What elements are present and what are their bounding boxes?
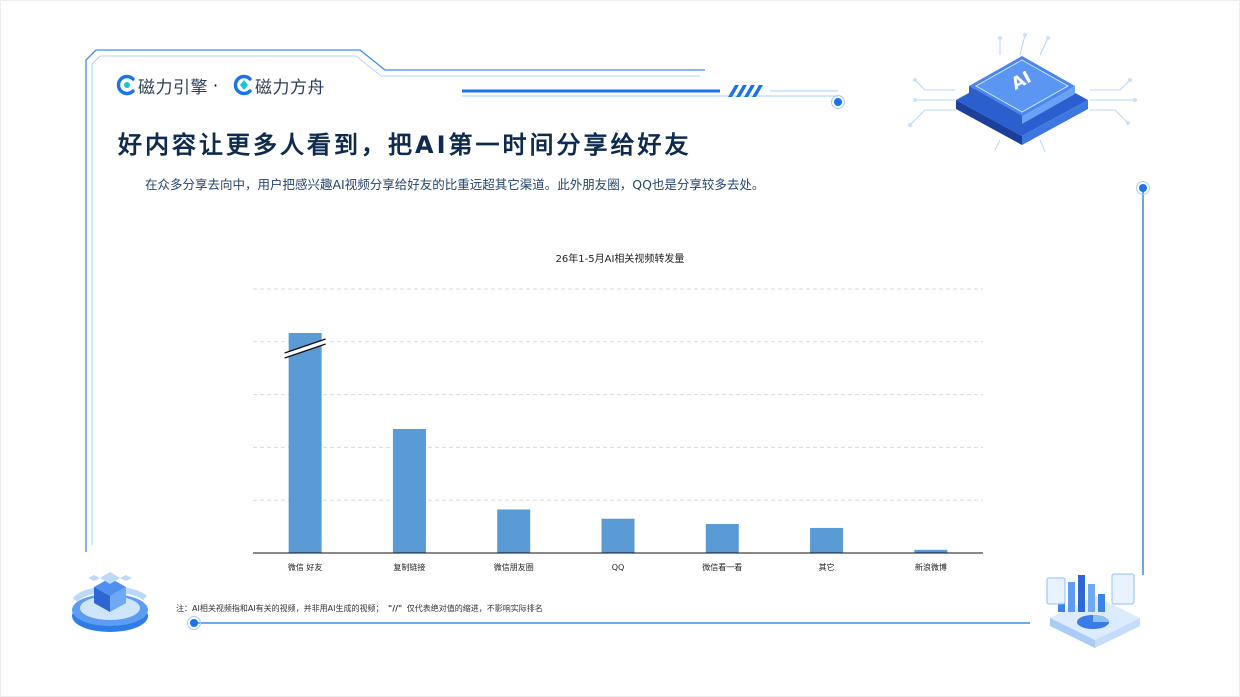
bar xyxy=(601,518,635,553)
x-tick-label: 微信 好友 xyxy=(288,562,323,572)
axis-break-symbol: "//" xyxy=(388,604,403,613)
bar xyxy=(288,333,322,553)
x-tick-label: 微信看一看 xyxy=(702,562,742,572)
footnote: 注：AI相关视频指和AI有关的视频，并非用AI生成的视频； "//" 仅代表绝对… xyxy=(176,603,543,614)
x-tick-label: QQ xyxy=(612,563,625,572)
x-tick-label: 新浪微博 xyxy=(915,562,947,572)
footnote-prefix: 注：AI相关视频指和AI有关的视频，并非用AI生成的视频； xyxy=(176,604,384,613)
bar-chart: 微信 好友 复制链接 微信朋友圈 QQ 微信看一看 其它 新浪微博 xyxy=(253,288,983,572)
bar xyxy=(705,523,739,553)
x-tick-label: 微信朋友圈 xyxy=(494,562,534,572)
bar xyxy=(392,429,426,553)
x-tick-label: 其它 xyxy=(819,562,835,572)
bar xyxy=(810,527,844,553)
footnote-suffix: 仅代表绝对值的缩进，不影响实际排名 xyxy=(406,604,543,613)
slide: AI 磁力引擎 · 磁力方舟 好内容让更多人看到，把AI第一时间分享给好友 在众… xyxy=(0,0,1240,697)
bar xyxy=(497,509,531,553)
x-tick-label: 复制链接 xyxy=(393,562,425,572)
